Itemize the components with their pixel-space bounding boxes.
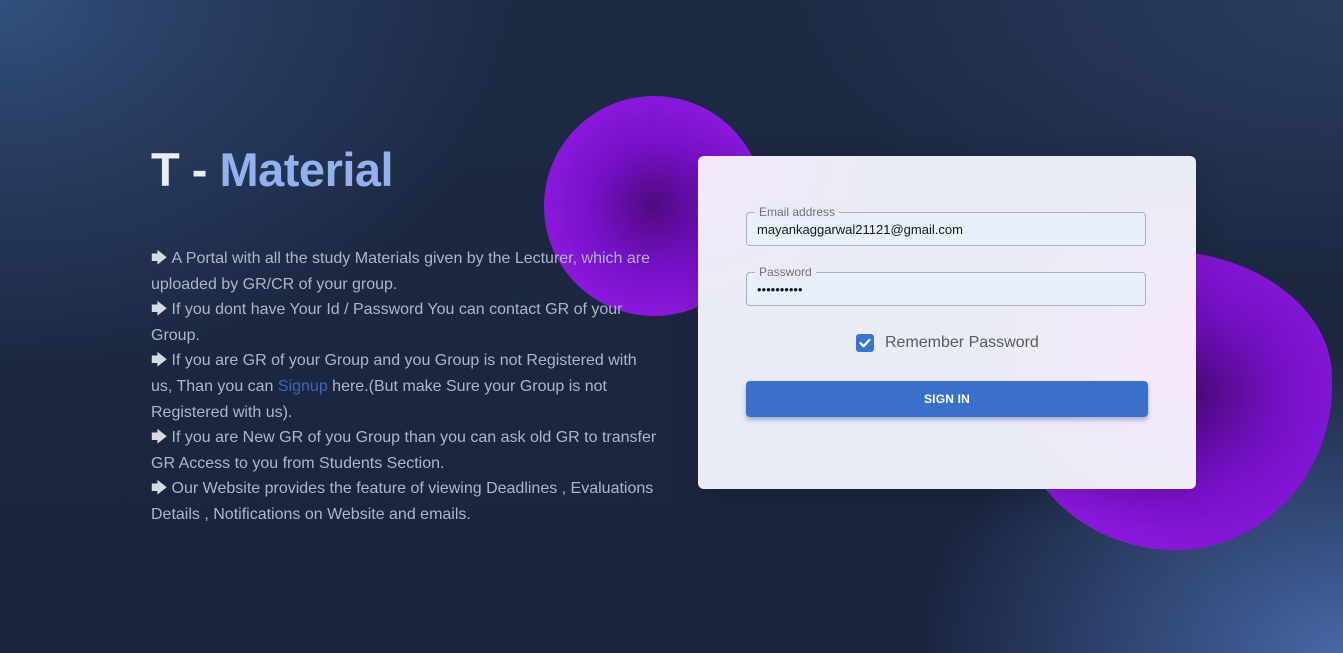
checkbox-box[interactable]	[856, 334, 874, 352]
signup-link[interactable]: Signup	[278, 378, 328, 395]
remember-password-checkbox[interactable]: Remember Password	[856, 334, 1039, 352]
title-accent: Material	[219, 143, 394, 196]
feature-item-signup: 🡆 If you are GR of your Group and you Gro…	[151, 348, 661, 425]
remember-password-label: Remember Password	[885, 334, 1039, 351]
login-card: Email address Password Remember Password…	[698, 156, 1196, 489]
sign-in-button[interactable]: SIGN IN	[746, 381, 1148, 417]
email-field[interactable]: Email address	[746, 204, 1146, 246]
check-icon	[859, 338, 871, 348]
email-label: Email address	[755, 204, 840, 220]
feature-list: 🡆 A Portal with all the study Materials g…	[151, 246, 661, 528]
feature-text: Our Website provides the feature of view…	[151, 480, 654, 523]
feature-item: 🡆 Our Website provides the feature of vie…	[151, 476, 661, 527]
password-field[interactable]: Password	[746, 264, 1146, 306]
feature-text: If you are New GR of you Group than you …	[151, 429, 657, 472]
feature-text: If you dont have Your Id / Password You …	[151, 301, 623, 344]
email-input[interactable]	[757, 222, 1137, 237]
arrow-right-icon: 🡆	[151, 301, 168, 319]
login-page: T - Material 🡆 A Portal with all the stud…	[0, 0, 1343, 653]
arrow-right-icon: 🡆	[151, 480, 168, 498]
feature-text: A Portal with all the study Materials gi…	[151, 250, 650, 293]
feature-item: 🡆 A Portal with all the study Materials g…	[151, 246, 661, 297]
password-input[interactable]	[757, 282, 1137, 297]
feature-item: 🡆 If you dont have Your Id / Password You…	[151, 297, 661, 348]
title-prefix: T -	[151, 143, 220, 196]
page-title: T - Material	[151, 142, 394, 197]
password-label: Password	[755, 264, 816, 280]
feature-item: 🡆 If you are New GR of you Group than you…	[151, 425, 661, 476]
arrow-right-icon: 🡆	[151, 352, 168, 370]
arrow-right-icon: 🡆	[151, 250, 168, 267]
arrow-right-icon: 🡆	[151, 429, 168, 447]
